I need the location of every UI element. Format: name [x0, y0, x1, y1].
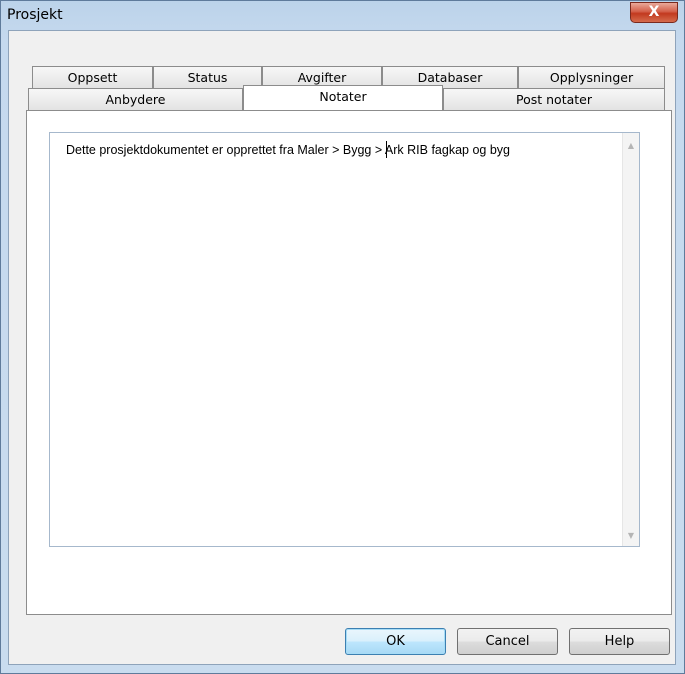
tab-opplysninger[interactable]: Opplysninger — [518, 66, 665, 88]
vertical-scrollbar[interactable]: ▲ ▼ — [622, 133, 639, 546]
cancel-button[interactable]: Cancel — [457, 628, 558, 655]
tab-anbydere[interactable]: Anbydere — [28, 88, 243, 110]
help-button[interactable]: Help — [569, 628, 670, 655]
scroll-down-arrow-icon[interactable]: ▼ — [623, 527, 639, 544]
notes-text: Dette prosjektdokumentet er opprettet fr… — [66, 143, 510, 157]
title-bar[interactable]: Prosjekt X — [1, 1, 684, 31]
ok-button[interactable]: OK — [345, 628, 446, 655]
close-icon: X — [648, 4, 660, 20]
tab-notater[interactable]: Notater — [243, 85, 443, 110]
scroll-up-arrow-icon[interactable]: ▲ — [623, 137, 639, 154]
notes-textarea[interactable]: Dette prosjektdokumentet er opprettet fr… — [49, 132, 640, 547]
close-button[interactable]: X — [630, 2, 678, 23]
text-caret — [386, 141, 387, 158]
window-title: Prosjekt — [7, 7, 63, 23]
tab-oppsett[interactable]: Oppsett — [32, 66, 153, 88]
tab-post-notater[interactable]: Post notater — [443, 88, 665, 110]
